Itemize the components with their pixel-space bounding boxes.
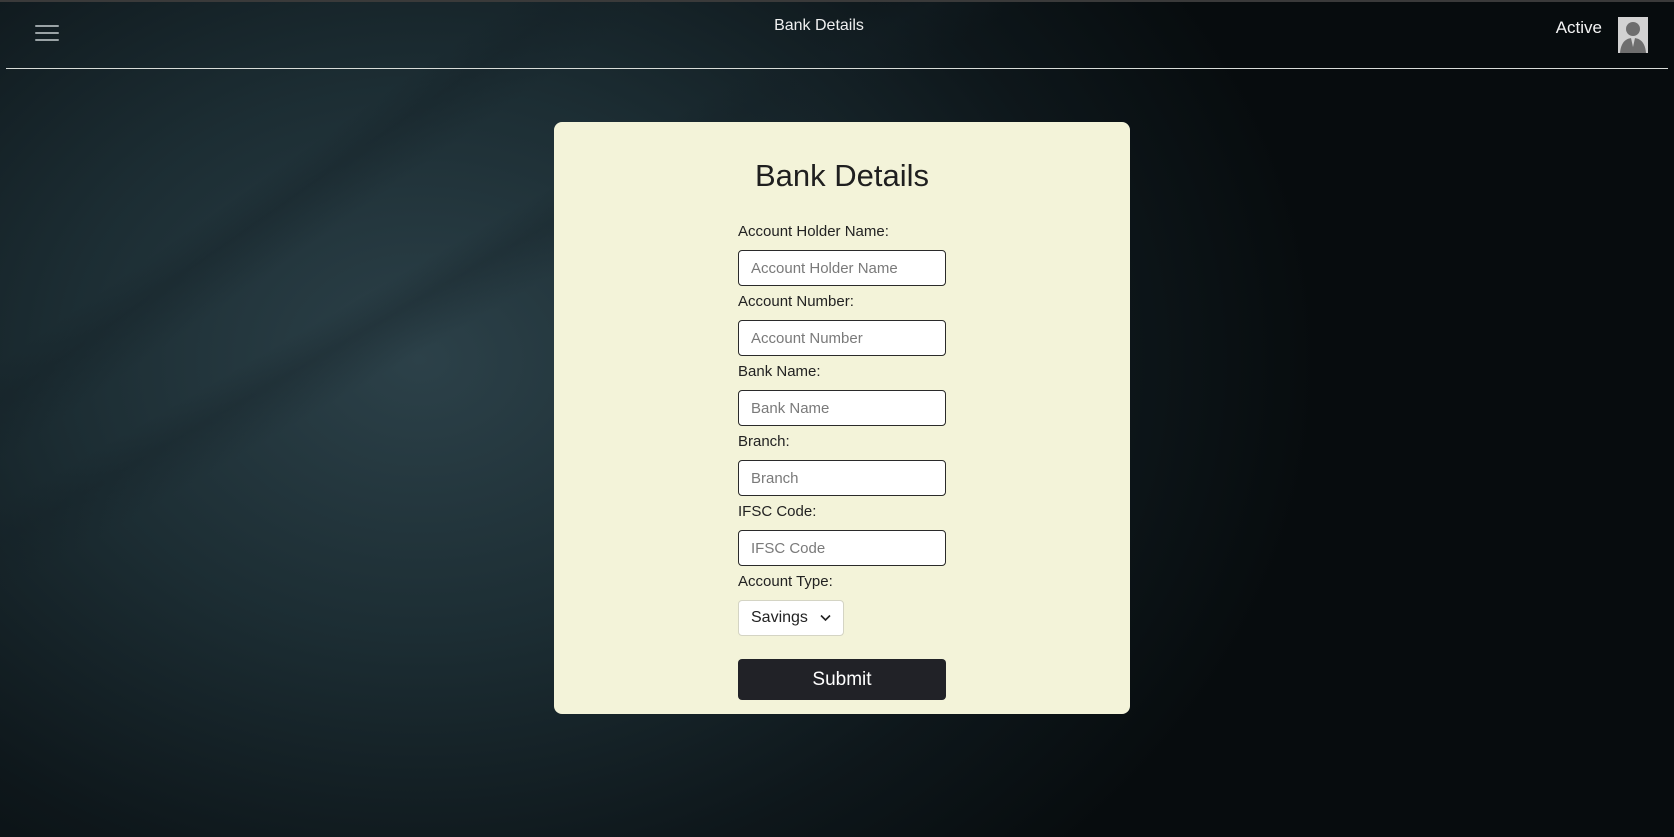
form-title: Bank Details [754, 158, 930, 193]
ifsc-code-label: IFSC Code: [738, 503, 817, 520]
header-title: Bank Details [774, 17, 864, 34]
account-holder-name-label: Account Holder Name: [738, 223, 889, 240]
bank-name-label: Bank Name: [738, 363, 821, 380]
user-avatar-icon[interactable] [1618, 17, 1648, 53]
branch-label: Branch: [738, 433, 790, 450]
account-holder-name-input[interactable] [738, 250, 946, 286]
account-number-label: Account Number: [738, 293, 854, 310]
ifsc-code-input[interactable] [738, 530, 946, 566]
status-label: Active [1555, 18, 1602, 37]
bank-details-form: Account Holder Name: Account Number: Ban… [738, 222, 958, 700]
chevron-down-icon [820, 614, 831, 622]
bank-details-card: Bank Details Account Holder Name: Accoun… [554, 122, 1130, 714]
account-type-selected-value: Savings [751, 609, 808, 626]
branch-input[interactable] [738, 460, 946, 496]
account-type-label: Account Type: [738, 573, 833, 590]
account-number-input[interactable] [738, 320, 946, 356]
bank-name-input[interactable] [738, 390, 946, 426]
top-header: Bank Details Active [6, 0, 1668, 69]
submit-button[interactable]: Submit [738, 659, 946, 700]
account-type-select[interactable]: Savings [738, 600, 844, 636]
